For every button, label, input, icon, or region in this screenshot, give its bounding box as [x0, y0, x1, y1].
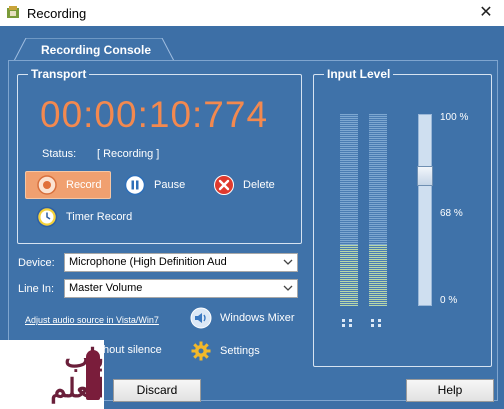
tick-100: 100 % [440, 112, 469, 123]
pause-label: Pause [154, 179, 186, 191]
pause-icon [124, 174, 146, 196]
settings-label: Settings [220, 345, 260, 357]
record-button[interactable]: Record [25, 171, 111, 199]
close-button[interactable]: ✕ [468, 0, 504, 26]
device-label: Device: [18, 257, 55, 269]
right-grip-icon [371, 319, 381, 327]
left-meter-fill [340, 244, 358, 306]
chevron-down-icon [283, 285, 293, 291]
record-icon [37, 175, 57, 195]
delete-icon [214, 175, 234, 195]
app-icon [7, 6, 19, 18]
timer-record-label: Timer Record [66, 211, 133, 223]
skip-silence-label: thout silence [100, 344, 162, 356]
windows-mixer-label: Windows Mixer [220, 312, 295, 324]
watermark-logo: باب العلم [0, 340, 104, 409]
line-in-select[interactable]: Master Volume [64, 279, 298, 298]
tab-recording-console[interactable]: Recording Console [14, 38, 174, 61]
pause-button[interactable]: Pause [124, 171, 185, 199]
input-volume-slider-thumb[interactable] [417, 166, 433, 186]
title-bar: Recording ✕ [0, 0, 504, 26]
tick-0: 0 % [440, 295, 458, 306]
line-in-label: Line In: [18, 283, 55, 295]
record-label: Record [66, 179, 102, 191]
windows-mixer-button[interactable]: Windows Mixer [190, 307, 295, 329]
speaker-icon [190, 307, 212, 329]
right-channel-meter [369, 114, 387, 306]
device-value: Microphone (High Definition Aud [69, 256, 227, 268]
timer-record-button[interactable]: Timer Record [36, 203, 132, 231]
input-volume-slider-track[interactable] [418, 114, 432, 306]
device-select[interactable]: Microphone (High Definition Aud [64, 253, 298, 272]
clock-icon [36, 206, 58, 228]
left-grip-icon [342, 319, 352, 327]
right-meter-fill [369, 244, 387, 306]
tick-68: 68 % [440, 208, 463, 219]
settings-button[interactable]: Settings [190, 340, 260, 362]
skip-silence-checkbox[interactable]: thout silence [100, 344, 162, 356]
status-label: Status: [42, 148, 77, 160]
tab-label: Recording Console [41, 43, 152, 57]
window-title: Recording [27, 6, 87, 21]
tab-strip: Recording Console [0, 26, 504, 61]
line-in-value: Master Volume [69, 282, 143, 294]
adjust-audio-link[interactable]: Adjust audio source in Vista/Win7 [25, 315, 159, 325]
discard-button[interactable]: Discard [113, 379, 201, 402]
help-button[interactable]: Help [406, 379, 494, 402]
delete-button[interactable]: Delete [213, 171, 275, 199]
chevron-down-icon [283, 259, 293, 265]
delete-label: Delete [243, 179, 275, 191]
elapsed-time: 00:00:10:774 [40, 94, 269, 135]
input-level-legend: Input Level [324, 67, 394, 81]
transport-legend: Transport [28, 67, 90, 81]
watermark-bar [86, 350, 100, 400]
gear-icon [191, 341, 211, 361]
left-channel-meter [340, 114, 358, 306]
status-value: [ Recording ] [97, 148, 160, 160]
